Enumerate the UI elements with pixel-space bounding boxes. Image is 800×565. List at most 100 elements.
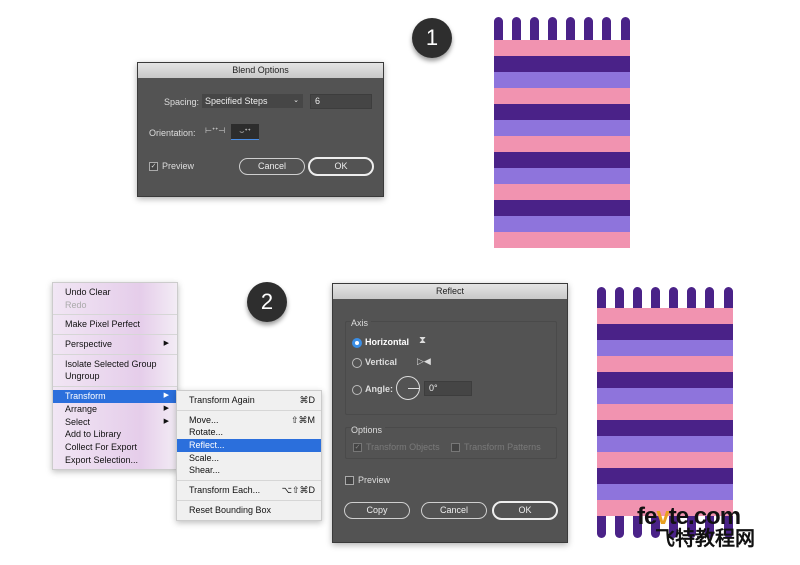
- menu-item-perspective[interactable]: Perspective ▶: [53, 338, 177, 351]
- transform-submenu: Transform Again ⌘D Move... ⇧⌘M Rotate... R…: [176, 390, 322, 521]
- menu-item-isolate-group[interactable]: Isolate Selected Group: [53, 358, 177, 371]
- menu-label: Move...: [189, 414, 219, 425]
- vertical-radio[interactable]: Vertical: [352, 357, 397, 368]
- copy-button[interactable]: Copy: [344, 502, 410, 519]
- menu-item-redo: Redo: [65, 299, 87, 310]
- horizontal-axis-icon: ⧗: [419, 335, 427, 346]
- shortcut: ⌥⇧⌘D: [281, 485, 315, 496]
- shortcut: ⌘D: [299, 395, 316, 405]
- fringe: [530, 17, 539, 42]
- dialog-title: Blend Options: [138, 63, 383, 78]
- menu-item-select[interactable]: Select ▶: [53, 416, 177, 429]
- fringe: [705, 287, 714, 310]
- orientation-label: Orientation:: [149, 128, 196, 138]
- menu-separator: [53, 353, 177, 355]
- submenu-arrow-icon: ▶: [163, 340, 169, 348]
- fringe: [566, 17, 575, 42]
- menu-label: Transform: [65, 391, 106, 402]
- menu-item-reset-bounding-box[interactable]: Reset Bounding Box: [177, 504, 321, 517]
- menu-item-collect-for-export[interactable]: Collect For Export: [53, 441, 177, 454]
- cancel-button[interactable]: Cancel: [421, 502, 487, 519]
- cancel-button[interactable]: Cancel: [239, 158, 305, 175]
- rug-stripe: [494, 104, 630, 120]
- preview-label: Preview: [358, 475, 391, 485]
- menu-label: Perspective: [65, 339, 113, 350]
- checkbox-icon: ✓: [353, 443, 362, 453]
- checkbox-icon: [345, 476, 354, 486]
- striped-rug-reflected: [597, 287, 733, 538]
- rug-stripe: [597, 356, 733, 372]
- menu-separator: [53, 334, 177, 336]
- menu-item-scale[interactable]: Scale...: [177, 452, 321, 465]
- blend-options-dialog: Blend Options Spacing: Specified Steps ⌄ …: [137, 62, 384, 197]
- menu-label: Transform Each...: [189, 485, 261, 496]
- menu-item-rotate[interactable]: Rotate...: [177, 426, 321, 439]
- align-to-page-icon[interactable]: ⊢ᐩᐩ⊣: [205, 126, 225, 135]
- preview-label: Preview: [162, 161, 195, 171]
- rug-stripe: [597, 404, 733, 420]
- menu-item-add-to-library[interactable]: Add to Library: [53, 428, 177, 441]
- fringe: [597, 514, 606, 538]
- axis-group: [345, 321, 557, 415]
- menu-item-shear[interactable]: Shear...: [177, 464, 321, 477]
- menu-item-arrange[interactable]: Arrange ▶: [53, 403, 177, 416]
- reflect-dialog: Reflect Axis Horizontal ⧗ Vertical ▷◀ An…: [332, 283, 568, 543]
- fringe: [512, 17, 521, 42]
- rug-stripe: [494, 88, 630, 104]
- preview-checkbox[interactable]: ✓ Preview: [149, 161, 195, 172]
- rug-stripe: [494, 216, 630, 232]
- menu-label: Select: [65, 416, 91, 427]
- menu-separator: [177, 409, 321, 411]
- horizontal-label: Horizontal: [365, 337, 409, 347]
- context-menu: Undo Clear Redo Make Pixel Perfect Persp…: [52, 282, 178, 471]
- transform-patterns-checkbox: Transform Patterns: [451, 442, 541, 453]
- radio-icon: [352, 357, 362, 368]
- menu-item-undo-clear[interactable]: Undo Clear: [53, 286, 177, 299]
- menu-item-make-pixel-perfect[interactable]: Make Pixel Perfect: [53, 318, 177, 331]
- fringe: [615, 287, 624, 310]
- preview-checkbox[interactable]: Preview: [345, 475, 391, 486]
- fringe: [597, 287, 606, 310]
- radio-icon: [352, 384, 362, 395]
- menu-item-reflect[interactable]: Reflect...: [177, 439, 321, 452]
- rug-stripe: [597, 372, 733, 388]
- radio-icon: [352, 337, 362, 348]
- fringe: [724, 287, 733, 310]
- angle-label: Angle:: [365, 384, 393, 394]
- menu-item-transform-each[interactable]: Transform Each... ⌥⇧⌘D: [177, 484, 321, 497]
- rug-stripe: [494, 232, 630, 248]
- menu-item-move[interactable]: Move... ⇧⌘M: [177, 414, 321, 427]
- spacing-select[interactable]: Specified Steps ⌄: [202, 94, 303, 108]
- menu-item-transform-again[interactable]: Transform Again ⌘D: [177, 394, 321, 407]
- menu-separator: [53, 314, 177, 316]
- rug-stripe: [597, 468, 733, 484]
- angle-dial[interactable]: [396, 376, 420, 400]
- menu-item-export-selection[interactable]: Export Selection...: [53, 454, 177, 467]
- align-to-path-icon[interactable]: ⌣ᐩᐩ: [231, 124, 259, 140]
- transform-objects-checkbox: ✓ Transform Objects: [353, 442, 440, 453]
- chevron-down-icon: ⌄: [293, 97, 299, 104]
- rug-stripe: [597, 324, 733, 340]
- rug-stripe: [494, 184, 630, 200]
- transform-patterns-label: Transform Patterns: [464, 442, 541, 452]
- angle-input[interactable]: 0°: [424, 381, 472, 396]
- fringe: [602, 17, 611, 42]
- menu-separator: [177, 480, 321, 482]
- vertical-axis-icon: ▷◀: [417, 356, 431, 366]
- striped-rug-top: [494, 17, 630, 248]
- rug-stripe: [494, 152, 630, 168]
- checkbox-icon: ✓: [149, 162, 158, 172]
- menu-item-transform[interactable]: Transform ▶: [53, 390, 177, 403]
- ok-button[interactable]: OK: [492, 501, 558, 520]
- checkbox-icon: [451, 443, 460, 453]
- angle-radio[interactable]: Angle:: [352, 384, 393, 395]
- menu-separator: [53, 386, 177, 388]
- steps-input[interactable]: 6: [310, 94, 372, 109]
- fringe: [669, 287, 678, 310]
- rug-stripe: [597, 420, 733, 436]
- rug-stripe: [494, 72, 630, 88]
- horizontal-radio[interactable]: Horizontal: [352, 337, 409, 348]
- menu-item-ungroup[interactable]: Ungroup: [53, 370, 177, 383]
- step-badge-2: 2: [247, 282, 287, 322]
- ok-button[interactable]: OK: [308, 157, 374, 176]
